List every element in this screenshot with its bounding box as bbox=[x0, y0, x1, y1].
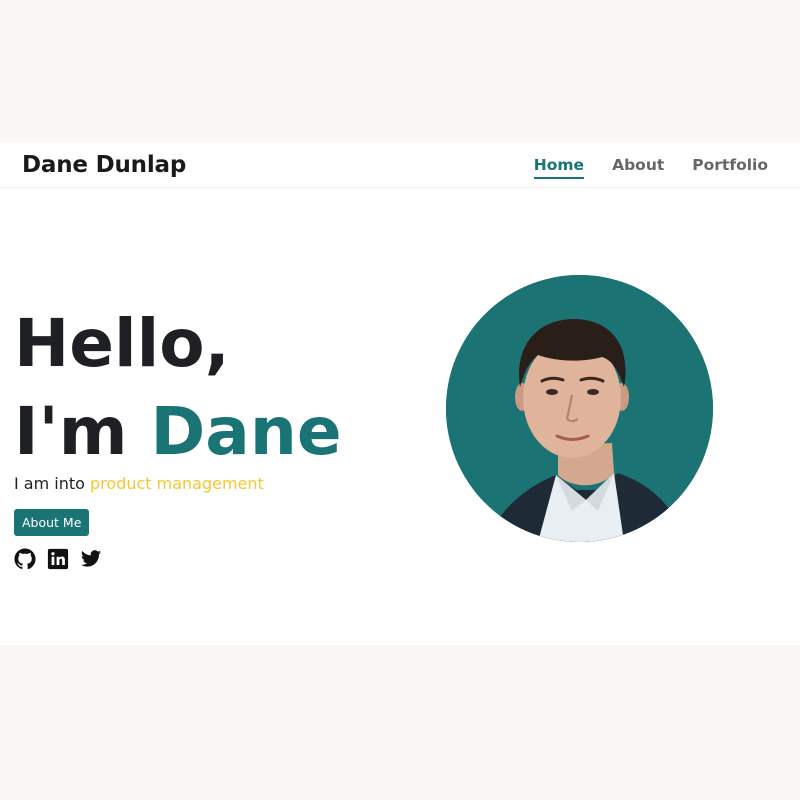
profile-photo bbox=[446, 275, 713, 542]
hero-tagline: I am into product management bbox=[14, 474, 264, 493]
hero-greeting: Hello, I'm Dane bbox=[14, 300, 342, 476]
page-frame: Dane Dunlap Home About Portfolio Hello, … bbox=[0, 142, 800, 645]
twitter-link[interactable] bbox=[80, 548, 102, 570]
github-icon bbox=[14, 548, 36, 570]
about-me-button[interactable]: About Me bbox=[14, 509, 90, 536]
twitter-icon bbox=[80, 550, 102, 567]
tagline-highlight: product management bbox=[90, 474, 264, 493]
portrait-illustration bbox=[446, 275, 713, 542]
nav-link-home[interactable]: Home bbox=[533, 156, 585, 179]
social-links bbox=[14, 548, 102, 570]
nav-link-portfolio[interactable]: Portfolio bbox=[692, 156, 768, 179]
nav-links: Home About Portfolio bbox=[533, 156, 768, 179]
site-brand[interactable]: Dane Dunlap bbox=[22, 152, 186, 178]
github-link[interactable] bbox=[14, 548, 36, 570]
nav-link-about[interactable]: About bbox=[612, 156, 664, 179]
greeting-name: Dane bbox=[150, 393, 342, 470]
greeting-line-1: Hello, bbox=[14, 305, 230, 382]
tagline-prefix: I am into bbox=[14, 474, 91, 493]
linkedin-link[interactable] bbox=[47, 548, 69, 570]
navbar: Dane Dunlap Home About Portfolio bbox=[0, 142, 800, 188]
greeting-prefix: I'm bbox=[14, 393, 151, 470]
linkedin-icon bbox=[47, 548, 69, 570]
